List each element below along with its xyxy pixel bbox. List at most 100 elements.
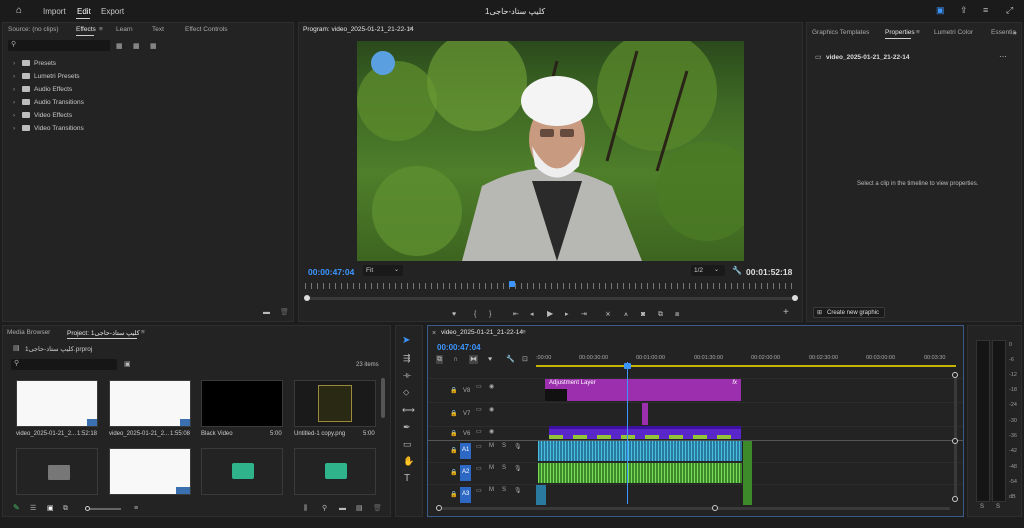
new-bin-icon[interactable]: ▬ — [339, 504, 346, 513]
solo-button[interactable]: S — [502, 443, 506, 449]
play-icon[interactable]: ▶ — [547, 309, 553, 318]
slip-tool-icon[interactable]: ⟷ — [402, 406, 415, 415]
tree-item-audio-transitions[interactable]: › Audio Transitions — [13, 99, 84, 109]
new-item-icon[interactable]: ▤ — [356, 504, 363, 513]
razor-tool-icon[interactable]: ⬦ — [403, 388, 409, 397]
tab-media-browser[interactable]: Media Browser — [7, 329, 50, 336]
timeline-menu-icon[interactable]: ≡ — [522, 329, 526, 336]
ripple-edit-tool-icon[interactable]: ⟛ — [403, 371, 411, 380]
sync-lock-icon[interactable]: ▭ — [476, 406, 482, 413]
timeline-horizontal-scrollbar[interactable] — [436, 505, 950, 511]
lock-icon[interactable]: 🔒 — [450, 447, 457, 454]
tree-item-lumetri-presets[interactable]: › Lumetri Presets — [13, 73, 80, 83]
sort-icon[interactable]: ≡ — [134, 504, 138, 513]
tab-source[interactable]: Source: (no clips) — [8, 26, 59, 33]
tab-lumetri-color[interactable]: Lumetri Color — [934, 29, 973, 36]
mute-button[interactable]: M — [489, 487, 494, 493]
tab-effects[interactable]: Effects — [76, 26, 96, 33]
a2-audio-clip[interactable] — [538, 463, 742, 483]
v6-video-clips[interactable] — [549, 426, 741, 439]
fullscreen-icon[interactable]: ⤢ — [1006, 6, 1013, 15]
mic-icon[interactable]: 🎙 — [514, 443, 522, 450]
step-back-icon[interactable]: ◂ — [530, 310, 534, 319]
sequence-tab[interactable]: video_2025-01-21_21-22-14 — [441, 329, 523, 336]
solo-left-button[interactable]: S — [980, 504, 984, 510]
add-button-icon[interactable]: + — [783, 308, 789, 318]
timeline-playhead-handle[interactable] — [624, 363, 631, 369]
comparison-view-icon[interactable]: ⧉ — [658, 310, 663, 319]
new-bin-from-search-icon[interactable]: ▣ — [124, 360, 131, 369]
tab-learn[interactable]: Learn — [116, 26, 133, 33]
timeline-vertical-scrollbar[interactable] — [952, 372, 958, 502]
sync-lock-icon[interactable]: ▭ — [476, 465, 482, 472]
list-view-icon[interactable]: ☰ — [30, 504, 36, 513]
program-playhead[interactable] — [508, 281, 515, 287]
tab-text[interactable]: Text — [152, 26, 164, 33]
project-thumb-7[interactable] — [201, 448, 283, 495]
tree-item-presets[interactable]: › Presets — [13, 60, 56, 70]
lock-icon[interactable]: 🔒 — [450, 430, 457, 437]
proxy-icon[interactable]: ⧈ — [675, 310, 679, 319]
lock-icon[interactable]: 🔒 — [450, 491, 457, 498]
linked-selection-icon[interactable]: ⧓ — [469, 355, 478, 364]
mark-in-icon[interactable]: { — [474, 310, 476, 319]
program-menu-icon[interactable]: ≡ — [409, 26, 413, 33]
project-thumb-8[interactable] — [294, 448, 376, 495]
mute-button[interactable]: M — [489, 465, 494, 471]
export-tab[interactable]: Export — [101, 7, 124, 16]
project-menu-icon[interactable]: ≡ — [141, 329, 145, 336]
mic-icon[interactable]: 🎙 — [514, 465, 522, 472]
mute-button[interactable]: M — [489, 443, 494, 449]
automate-icon[interactable]: ⫼ — [304, 504, 307, 513]
timeline-timecode[interactable]: 00:00:47:04 — [437, 343, 481, 352]
project-search-input[interactable]: ⚲ — [11, 359, 117, 370]
tab-properties[interactable]: Properties — [885, 29, 915, 36]
track-select-tool-icon[interactable]: ⇶ — [403, 354, 411, 363]
program-zoom-bar[interactable] — [304, 295, 798, 301]
sync-lock-icon[interactable]: ▭ — [476, 487, 482, 494]
nest-icon[interactable]: ⧉ — [436, 355, 443, 364]
step-forward-icon[interactable]: ▸ — [565, 310, 569, 319]
mic-icon[interactable]: 🎙 — [514, 487, 522, 494]
edit-tab[interactable]: Edit — [77, 7, 91, 16]
trash-icon[interactable]: 🗑 — [373, 504, 382, 513]
program-timecode[interactable]: 00:00:47:04 — [308, 267, 354, 277]
effects-menu-icon[interactable]: ≡ — [99, 26, 103, 33]
create-new-graphic-button[interactable]: ⊞ Create new graphic — [813, 307, 885, 318]
eye-icon[interactable]: ◉ — [489, 383, 494, 390]
menu-icon[interactable]: ≡ — [983, 6, 988, 15]
pencil-icon[interactable]: ✎ — [13, 503, 20, 512]
project-thumb-2[interactable] — [109, 380, 191, 427]
tree-item-video-transitions[interactable]: › Video Transitions — [13, 125, 84, 135]
tree-item-video-effects[interactable]: › Video Effects — [13, 112, 72, 122]
track-label-a3[interactable]: A3 — [460, 487, 472, 503]
sync-lock-icon[interactable]: ▭ — [476, 443, 482, 450]
home-icon[interactable]: ⌂ — [16, 6, 22, 16]
accelerated-effects-icon[interactable]: ▦ — [116, 42, 123, 51]
tab-effect-controls[interactable]: Effect Controls — [185, 26, 228, 33]
lift-icon[interactable]: ⩙ — [606, 310, 610, 319]
workspace-icon[interactable]: ▣ — [936, 6, 945, 15]
program-scrub-ruler[interactable] — [305, 283, 797, 289]
v7-clip[interactable] — [642, 403, 648, 425]
captions-icon[interactable]: ⊡ — [522, 355, 528, 364]
more-options-icon[interactable]: ⋯ — [999, 52, 1007, 61]
tab-graphics-templates[interactable]: Graphics Templates — [812, 29, 869, 36]
project-thumb-6[interactable] — [109, 448, 191, 495]
panel-overflow-icon[interactable]: » — [1013, 29, 1017, 38]
solo-right-button[interactable]: S — [996, 504, 1000, 510]
go-to-in-icon[interactable]: ⇤ — [513, 310, 519, 319]
add-marker-icon[interactable]: ♥ — [452, 310, 456, 319]
hand-tool-icon[interactable]: ✋ — [403, 457, 414, 466]
close-icon[interactable]: × — [432, 329, 436, 338]
timeline-playhead[interactable] — [627, 362, 628, 504]
solo-button[interactable]: S — [502, 465, 506, 471]
new-bin-icon[interactable]: ▬ — [263, 308, 270, 317]
lock-icon[interactable]: 🔒 — [450, 387, 457, 394]
project-thumb-5[interactable] — [16, 448, 98, 495]
video-frame[interactable] — [357, 41, 744, 261]
properties-menu-icon[interactable]: ≡ — [916, 29, 920, 36]
effects-search-input[interactable]: ⚲ — [8, 40, 110, 51]
a1-audio-clip[interactable] — [538, 441, 742, 461]
lock-icon[interactable]: 🔒 — [450, 410, 457, 417]
